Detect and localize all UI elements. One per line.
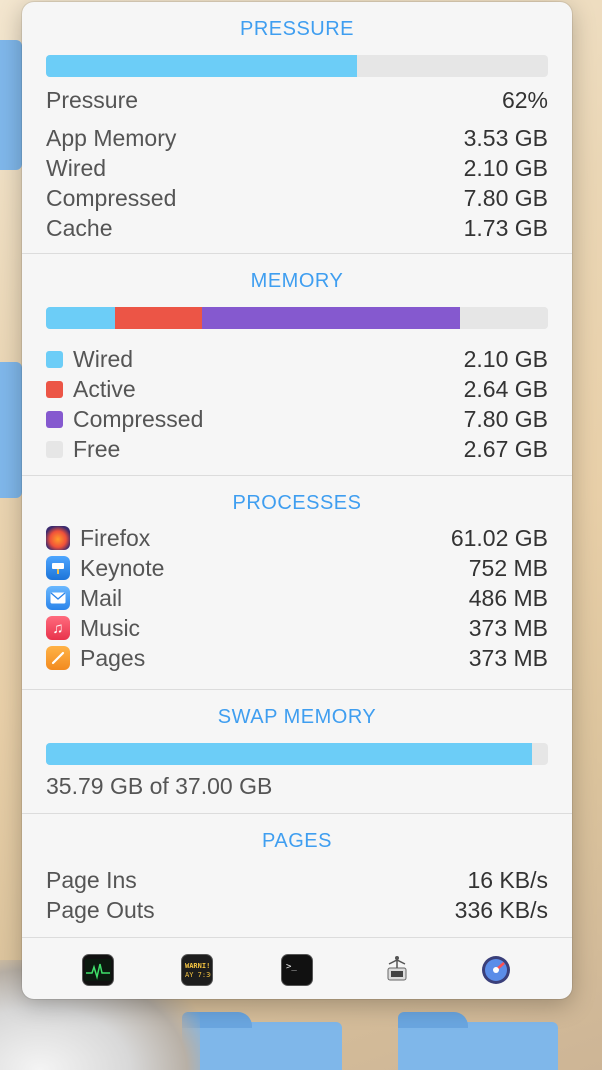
memory-value-compressed: 7.80 GB — [463, 405, 548, 432]
pressure-value: 62% — [501, 86, 548, 113]
desktop-folder-icon — [0, 40, 22, 170]
svg-text:>_: >_ — [286, 962, 297, 972]
process-row-mail[interactable]: Mail 486 MB — [46, 583, 548, 613]
pressure-bar — [46, 55, 548, 77]
firefox-icon — [46, 526, 70, 550]
process-row-firefox[interactable]: Firefox 61.02 GB — [46, 523, 548, 553]
free-swatch — [46, 440, 63, 458]
process-list: Firefox 61.02 GB Keynote 752 MB Mail 486… — [46, 523, 548, 673]
cache-label: Cache — [46, 214, 113, 241]
process-name: Keynote — [80, 554, 165, 581]
cache-value: 1.73 GB — [463, 214, 548, 241]
console-icon[interactable]: WARNI!AY 7:36 — [181, 953, 214, 986]
memory-row-free: Free 2.67 GB — [46, 434, 548, 464]
page-ins-value: 16 KB/s — [467, 866, 548, 893]
activity-monitor-icon[interactable] — [81, 953, 114, 986]
memory-value-free: 2.67 GB — [463, 435, 548, 462]
process-memory: 486 MB — [468, 584, 548, 611]
cache-row: Cache 1.73 GB — [46, 213, 548, 243]
pressure-label: Pressure — [46, 86, 139, 113]
process-memory: 373 MB — [468, 614, 548, 641]
memory-stats-popover: PRESSURE Pressure 62% App Memory 3.53 GB… — [22, 2, 572, 999]
compressed-swatch — [46, 410, 63, 428]
memory-value-active: 2.64 GB — [463, 375, 548, 402]
pressure-stats: Pressure 62% App Memory 3.53 GB Wired 2.… — [46, 85, 548, 243]
svg-text:WARNI!: WARNI! — [185, 962, 210, 970]
process-name: Pages — [80, 644, 146, 671]
process-memory: 373 MB — [468, 644, 548, 671]
app-memory-label: App Memory — [46, 124, 177, 151]
music-icon: ♫ — [46, 616, 70, 640]
page-outs-label: Page Outs — [46, 896, 155, 923]
memory-label-active: Active — [73, 375, 136, 402]
pressure-title: PRESSURE — [239, 18, 355, 40]
memory-bar-free — [459, 307, 548, 329]
memory-title: MEMORY — [250, 270, 344, 292]
memory-section: MEMORY Wired 2.10 GB Active 2.64 GB Comp… — [22, 254, 572, 476]
swap-usage-row: 35.79 GB of 37.00 GB — [46, 771, 548, 801]
svg-text:AY 7:36: AY 7:36 — [185, 971, 211, 979]
process-name: Music — [80, 614, 141, 641]
pressure-section: PRESSURE Pressure 62% App Memory 3.53 GB… — [22, 2, 572, 254]
page-outs-value: 336 KB/s — [454, 896, 548, 923]
page-ins-label: Page Ins — [46, 866, 137, 893]
pressure-row: Pressure 62% — [46, 85, 548, 115]
pressure-bar-fill — [46, 55, 358, 77]
process-row-pages[interactable]: Pages 373 MB — [46, 643, 548, 673]
swap-title: SWAP MEMORY — [217, 706, 377, 728]
wired-row: Wired 2.10 GB — [46, 153, 548, 183]
memory-bar-compressed — [202, 307, 460, 329]
processes-title: PROCESSES — [232, 492, 362, 514]
memory-legend: Wired 2.10 GB Active 2.64 GB Compressed … — [46, 344, 548, 464]
memory-row-compressed: Compressed 7.80 GB — [46, 404, 548, 434]
memory-label-free: Free — [73, 435, 121, 462]
desktop-folder-icon — [0, 362, 22, 498]
app-memory-value: 3.53 GB — [463, 124, 548, 151]
process-row-keynote[interactable]: Keynote 752 MB — [46, 553, 548, 583]
page-outs-row: Page Outs 336 KB/s — [46, 895, 548, 925]
swap-section: SWAP MEMORY 35.79 GB of 37.00 GB — [22, 690, 572, 814]
swap-bar-fill — [46, 743, 532, 765]
process-memory: 61.02 GB — [450, 524, 548, 551]
disk-diag-icon[interactable] — [480, 954, 512, 986]
compressed-value: 7.80 GB — [463, 184, 548, 211]
pages-section: PAGES Page Ins 16 KB/s Page Outs 336 KB/… — [22, 814, 572, 938]
terminal-icon[interactable]: >_ — [280, 953, 313, 986]
app-shortcut-toolbar: WARNI!AY 7:36 >_ — [22, 938, 572, 999]
pages-icon — [46, 646, 70, 670]
memory-row-active: Active 2.64 GB — [46, 374, 548, 404]
compressed-label: Compressed — [46, 184, 177, 211]
mail-icon — [46, 586, 70, 610]
process-row-music[interactable]: ♫ Music 373 MB — [46, 613, 548, 643]
swap-usage-text: 35.79 GB of 37.00 GB — [46, 772, 273, 799]
page-ins-row: Page Ins 16 KB/s — [46, 865, 548, 895]
swap-bar — [46, 743, 548, 765]
wired-swatch — [46, 350, 63, 368]
memory-value-wired: 2.10 GB — [463, 345, 548, 372]
processes-section: PROCESSES Firefox 61.02 GB Keynote 752 M… — [22, 476, 572, 690]
process-memory: 752 MB — [468, 554, 548, 581]
process-name: Firefox — [80, 524, 151, 551]
memory-bar-active — [115, 307, 203, 329]
system-information-icon[interactable] — [381, 954, 413, 986]
memory-bar — [46, 307, 548, 329]
pages-title: PAGES — [262, 830, 332, 852]
app-memory-row: App Memory 3.53 GB — [46, 123, 548, 153]
wired-label: Wired — [46, 154, 107, 181]
pages-stats: Page Ins 16 KB/s Page Outs 336 KB/s — [46, 865, 548, 925]
memory-label-compressed: Compressed — [73, 405, 204, 432]
memory-bar-wired — [46, 307, 116, 329]
wired-value: 2.10 GB — [463, 154, 548, 181]
memory-label-wired: Wired — [73, 345, 134, 372]
active-swatch — [46, 380, 63, 398]
process-name: Mail — [80, 584, 123, 611]
compressed-row: Compressed 7.80 GB — [46, 183, 548, 213]
desktop-folder-icon — [398, 1012, 558, 1070]
desktop-folder-icon — [182, 1012, 342, 1070]
keynote-icon — [46, 556, 70, 580]
memory-row-wired: Wired 2.10 GB — [46, 344, 548, 374]
